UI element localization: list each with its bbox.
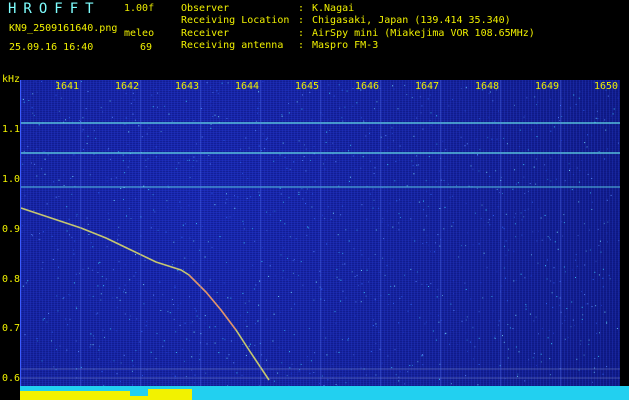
x-gridline [380,80,381,386]
location-row: Receiving Location: Chigasaki, Japan (139… [181,15,511,27]
x-tick-label: 1642 [115,81,140,92]
x-tick-label: 1646 [355,81,380,92]
header-panel: HROFFT 1.00f KN9_2509161640.png meleo 25… [0,0,629,76]
x-tick-label: 1641 [55,81,80,92]
x-tick-label: 1644 [235,81,260,92]
x-gridline [440,80,441,386]
signal-strength-bar [20,391,130,400]
version-label: 1.00f [124,3,155,14]
x-tick-label: 1643 [175,81,200,92]
app-title: HROFFT [8,1,101,17]
x-gridline [260,80,261,386]
x-gridline [320,80,321,386]
receiver-row: Receiver: AirSpy mini (Miakejima VOR 108.… [181,27,535,39]
y-tick-label: 0.7 [2,323,21,334]
datetime-label: 25.09.16 16:40 [9,42,94,53]
x-tick-label: 1645 [295,81,320,92]
y-tick-label: 1.0 [2,174,21,185]
signal-strength-bar [130,396,148,400]
antenna-row: Receiving antenna: Maspro FM-3 [181,39,379,51]
y-tick-label: 0.8 [2,274,21,285]
signal-strength-bar [148,389,192,400]
x-tick-label: 1648 [475,81,500,92]
x-tick-label: 1649 [535,81,560,92]
meleo-label: meleo [124,28,155,39]
signal-strength-strip [20,386,629,400]
x-tick-label: 1647 [415,81,440,92]
station-info: Observer: K.Nagai Receiving Location: Chig… [181,3,535,52]
meteor-trace [21,207,270,381]
x-gridline [560,80,561,386]
y-axis-unit: kHz [2,74,21,85]
x-tick-label: 1650 [594,81,619,92]
y-tick-label: 1.1 [2,124,21,135]
observer-row: Observer: K.Nagai [181,3,355,14]
filename-label: KN9_2509161640.png [9,23,118,34]
x-gridline [140,80,141,386]
x-gridline [80,80,81,386]
x-gridline [500,80,501,386]
y-tick-label: 0.6 [2,373,21,384]
x-gridline [200,80,201,386]
meleo-value: 69 [140,42,153,53]
y-tick-label: 0.9 [2,224,21,235]
